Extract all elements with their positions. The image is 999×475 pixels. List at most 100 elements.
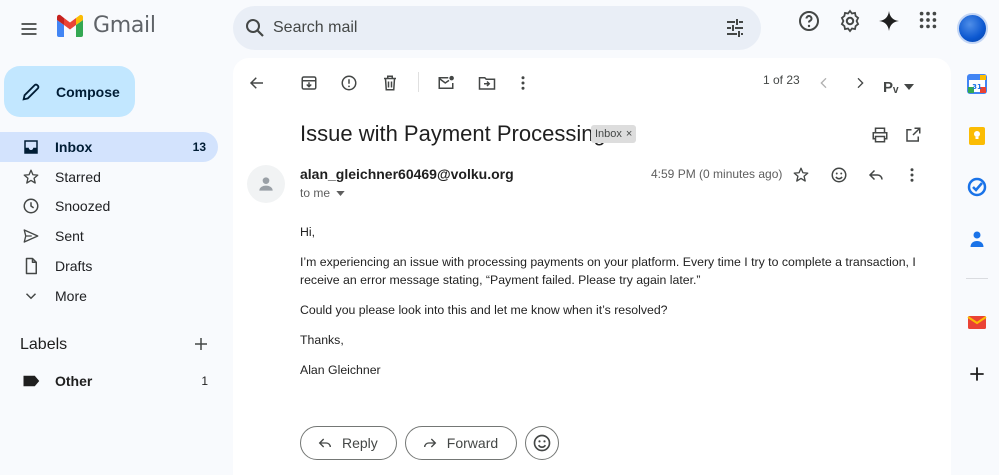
help-icon[interactable] — [797, 9, 821, 33]
open-new-window-icon[interactable] — [899, 121, 927, 149]
body-paragraph: Hi, — [300, 225, 316, 239]
forward-button[interactable]: Forward — [404, 426, 518, 460]
sidebar-nav: Inbox 13 Starred Snoozed Sent Drafts Mor… — [0, 132, 218, 311]
pencil-icon — [20, 81, 42, 103]
reply-label: Reply — [342, 435, 378, 451]
label-name: Other — [55, 373, 93, 389]
chevron-down-icon — [22, 287, 40, 305]
email-subject: Issue with Payment Processing — [300, 121, 606, 146]
caret-down-icon — [904, 84, 915, 90]
email-timestamp: 4:59 PM (0 minutes ago) — [651, 167, 783, 181]
label-tag-icon — [22, 374, 40, 388]
body-paragraph: I’m experiencing an issue with processin… — [300, 255, 916, 287]
sidebar-item-starred[interactable]: Starred — [0, 162, 218, 192]
search-bar[interactable] — [233, 6, 761, 50]
sender-avatar[interactable] — [247, 165, 285, 203]
reply-button[interactable]: Reply — [300, 426, 397, 460]
forward-label: Forward — [446, 435, 499, 451]
contacts-icon[interactable] — [967, 229, 987, 249]
toolbar-divider — [418, 72, 419, 92]
body-paragraph: Thanks, — [300, 333, 344, 347]
settings-gear-icon[interactable] — [838, 9, 862, 33]
archive-icon[interactable] — [295, 69, 323, 97]
chevron-left-icon[interactable] — [810, 69, 838, 97]
sidebar-item-more[interactable]: More — [0, 281, 218, 311]
sender-email[interactable]: alan_gleichner60469@volku.org — [300, 166, 514, 182]
body-paragraph: Could you please look into this and let … — [300, 303, 668, 317]
chevron-right-icon[interactable] — [846, 69, 874, 97]
inbox-icon — [22, 138, 40, 156]
forward-icon — [422, 435, 438, 451]
emoji-icon — [532, 433, 552, 453]
person-icon — [256, 174, 276, 194]
mark-unread-icon[interactable] — [432, 69, 460, 97]
reply-icon — [317, 435, 333, 451]
search-icon[interactable] — [243, 16, 267, 40]
apps-grid-icon[interactable] — [917, 9, 939, 31]
labels-heading: Labels — [20, 336, 68, 353]
main-menu-button[interactable] — [9, 9, 49, 49]
pagination-text: 1 of 23 — [763, 73, 800, 87]
reply-icon[interactable] — [862, 161, 890, 189]
sidebar-item-label: Sent — [55, 228, 84, 245]
message-panel: 1 of 23 Pᵥ Issue with Payment Processing… — [233, 58, 951, 475]
more-vert-icon[interactable] — [898, 161, 926, 189]
report-spam-icon[interactable] — [335, 69, 363, 97]
clock-icon — [22, 197, 40, 215]
compose-label: Compose — [56, 83, 120, 100]
app-name: Gmail — [93, 13, 156, 38]
label-count: 1 — [201, 374, 208, 388]
label-item-other[interactable]: Other 1 — [22, 372, 212, 390]
search-input[interactable] — [273, 6, 693, 50]
emoji-react-icon[interactable] — [825, 161, 853, 189]
draft-icon — [22, 257, 40, 275]
keep-notes-icon[interactable] — [967, 126, 987, 146]
compose-button[interactable]: Compose — [4, 66, 135, 117]
tasks-icon[interactable] — [967, 177, 987, 197]
email-body: Hi, I’m experiencing an issue with proce… — [300, 223, 920, 391]
emoji-reaction-button[interactable] — [525, 426, 560, 460]
sidebar-item-label: Drafts — [55, 258, 93, 275]
recipients-text: to me — [300, 186, 331, 200]
top-bar: Gmail — [0, 0, 999, 58]
hamburger-menu-icon — [19, 19, 39, 39]
gmail-m-icon — [55, 14, 85, 38]
input-tools-label: Pᵥ — [883, 78, 899, 96]
delete-trash-icon[interactable] — [376, 69, 404, 97]
inbox-label-chip[interactable]: Inbox × — [591, 125, 637, 143]
input-tools-button[interactable]: Pᵥ — [883, 73, 923, 101]
sidebar-item-label: Inbox — [55, 138, 93, 155]
caret-down-icon — [336, 190, 345, 196]
send-icon — [22, 227, 40, 245]
move-to-folder-icon[interactable] — [473, 69, 501, 97]
remove-label-icon[interactable]: × — [626, 128, 632, 140]
search-options-icon[interactable] — [723, 16, 747, 40]
calendar-icon[interactable]: 31 — [967, 74, 987, 94]
sidebar-item-inbox[interactable]: Inbox 13 — [0, 132, 218, 162]
gemini-sparkle-icon[interactable] — [877, 9, 901, 33]
add-addon-icon[interactable] — [967, 364, 987, 384]
print-icon[interactable] — [866, 121, 894, 149]
recipients-toggle[interactable]: to me — [300, 186, 345, 200]
svg-text:31: 31 — [972, 83, 982, 91]
account-avatar[interactable] — [957, 13, 988, 44]
unread-count: 13 — [192, 139, 206, 154]
sidebar-item-drafts[interactable]: Drafts — [0, 251, 218, 281]
mail-app-icon[interactable] — [967, 312, 987, 332]
sidebar-item-label: More — [55, 287, 87, 304]
sidebar-item-label: Starred — [55, 168, 101, 185]
gmail-logo[interactable]: Gmail — [55, 13, 156, 38]
back-arrow-icon[interactable] — [243, 69, 271, 97]
sidebar-item-sent[interactable]: Sent — [0, 221, 218, 251]
add-label-icon[interactable] — [192, 335, 210, 353]
body-paragraph: Alan Gleichner — [300, 363, 381, 377]
more-vert-icon[interactable] — [509, 69, 537, 97]
sidebar-item-label: Snoozed — [55, 198, 111, 215]
side-panel-rail: 31 — [953, 58, 999, 475]
sidebar-item-snoozed[interactable]: Snoozed — [0, 192, 218, 222]
star-icon[interactable] — [787, 161, 815, 189]
star-icon — [22, 168, 40, 186]
reply-actions: Reply Forward — [300, 426, 560, 460]
rail-divider — [966, 278, 988, 279]
chip-label: Inbox — [595, 128, 622, 140]
